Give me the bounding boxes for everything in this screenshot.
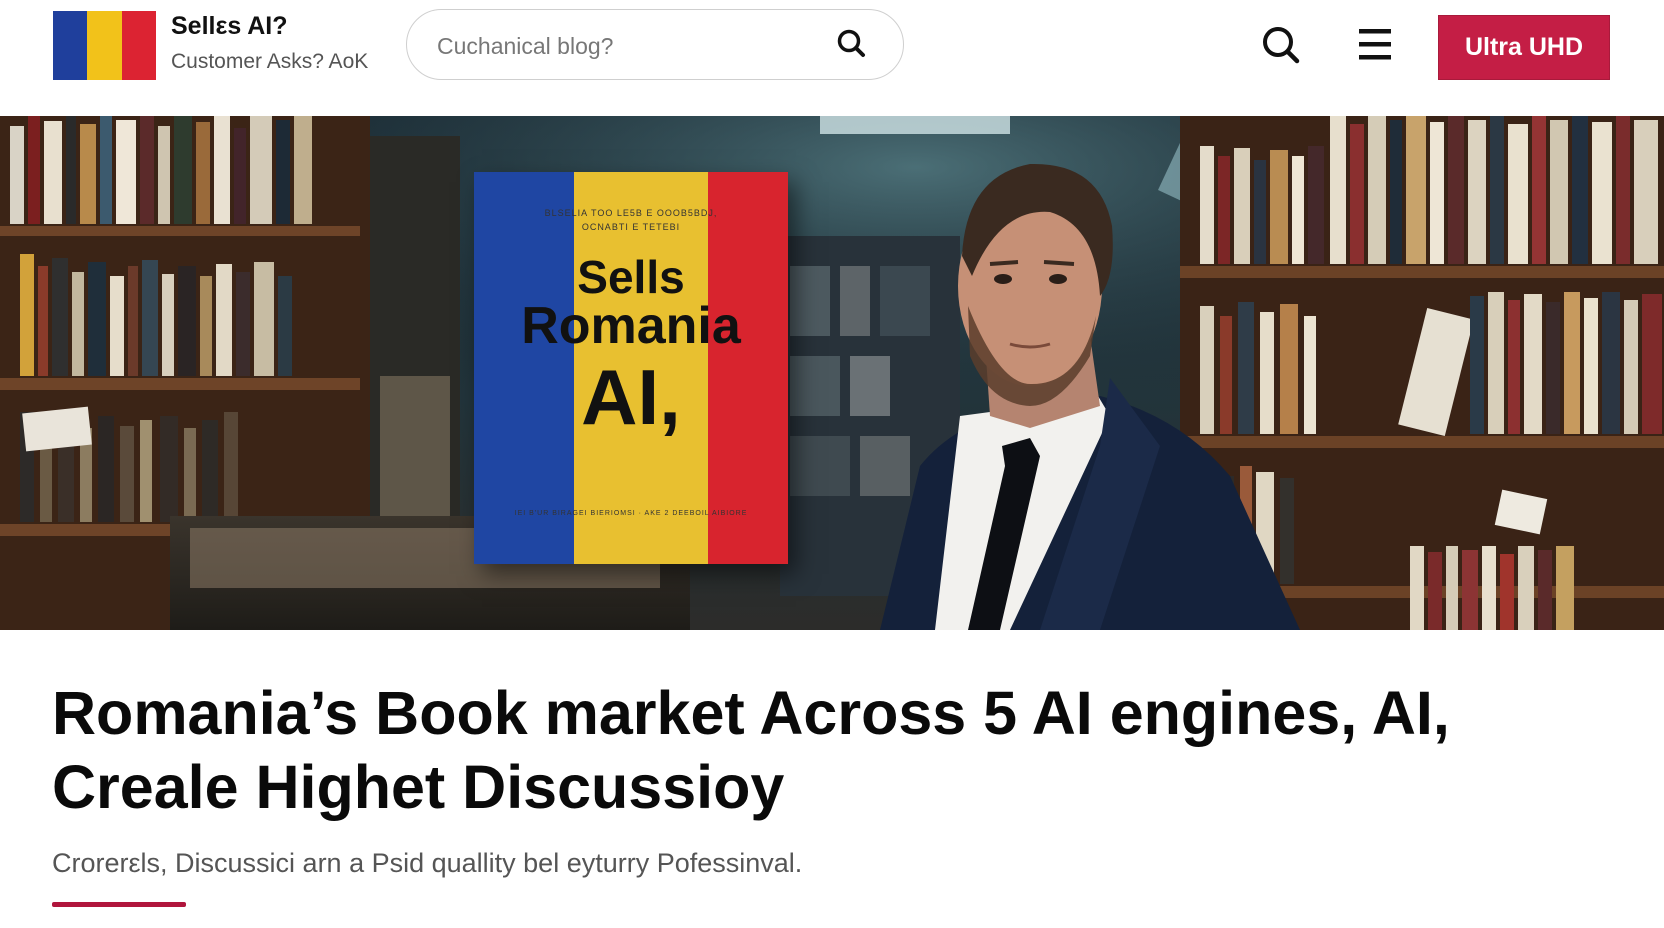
accent-divider xyxy=(52,902,186,907)
search-icon xyxy=(1263,27,1300,64)
search-icon xyxy=(837,29,865,57)
book-fine-print-top: BLSELIA TOO LE5B E OOOB5BDJ, xyxy=(544,208,718,218)
menu-button[interactable] xyxy=(1356,25,1400,69)
brand-title[interactable]: Sellεs AI? xyxy=(171,12,288,41)
logo-stripe-blue xyxy=(53,11,88,80)
header-search-button[interactable] xyxy=(1259,23,1303,67)
book-title-line-2: Romania xyxy=(521,297,741,355)
book-title-line-3: AI, xyxy=(581,353,681,441)
search-submit-button[interactable] xyxy=(832,24,872,64)
site-logo[interactable] xyxy=(53,11,156,80)
hero-image: BLSELIA TOO LE5B E OOOB5BDJ, OCNABTI E T… xyxy=(0,116,1664,630)
site-header: Sellεs AI? Customer Asks? AoK Ultra UH xyxy=(0,0,1664,116)
logo-stripe-yellow xyxy=(87,11,122,80)
logo-stripe-red xyxy=(121,11,156,80)
search-input[interactable] xyxy=(435,30,819,62)
page: Sellεs AI? Customer Asks? AoK Ultra UH xyxy=(0,0,1664,928)
book-fine-print-bottom: IEI B'UR BIRAGEI BIERIOMSI · AKE 2 DEEBO… xyxy=(514,510,748,517)
article-subtitle: Crorerεls, Discussici arn a Psid quallit… xyxy=(52,848,803,878)
hamburger-menu-icon xyxy=(1359,29,1391,60)
search-bar xyxy=(406,9,904,80)
book-fine-print-top-2: OCNABTI E TETEBI xyxy=(581,222,681,232)
brand-tagline: Customer Asks? AoK xyxy=(171,50,369,73)
article-title: Romania’s Book market Across 5 AI engine… xyxy=(52,679,1450,821)
book-cover-text: BLSELIA TOO LE5B E OOOB5BDJ, OCNABTI E T… xyxy=(474,172,788,564)
book-cover: BLSELIA TOO LE5B E OOOB5BDJ, OCNABTI E T… xyxy=(474,172,788,564)
bookstore-background xyxy=(0,116,1664,630)
ultra-uhd-button[interactable]: Ultra UHD xyxy=(1438,15,1610,80)
